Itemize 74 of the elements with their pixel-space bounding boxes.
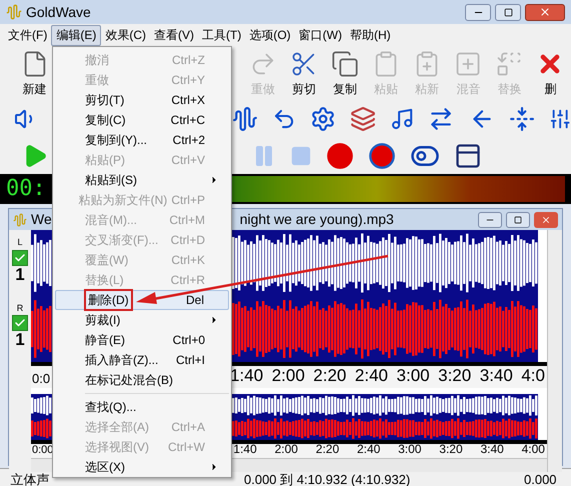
menu-entry[interactable]: 静音(E) Ctrl+0: [55, 330, 229, 350]
ruler-label: 3:40: [480, 441, 504, 458]
window-icon[interactable]: [454, 142, 482, 170]
menu-item[interactable]: 帮助(H): [346, 24, 395, 46]
menu-entry[interactable]: 粘贴到(S): [55, 170, 229, 190]
ruler-label: 0:0: [31, 370, 50, 388]
vertical-arrows-icon[interactable]: [508, 105, 535, 133]
menu-item[interactable]: 文件(F): [4, 24, 52, 46]
ruler-label: 2:00: [272, 364, 305, 386]
waveform-icon[interactable]: [232, 105, 258, 133]
app-icon: [6, 4, 22, 20]
menu-item[interactable]: 选项(O): [245, 24, 295, 46]
menu-entry[interactable]: 复制(C) Ctrl+C: [55, 110, 229, 130]
vertical-scrollbar[interactable]: [547, 230, 562, 472]
menu-entry[interactable]: 剪裁(I): [55, 310, 229, 330]
ruler-label: 2:00: [274, 441, 298, 458]
layers-icon[interactable]: [350, 105, 376, 133]
time-display: 00:: [6, 176, 46, 202]
replace-icon: [495, 50, 524, 78]
status-value: 0.000: [524, 470, 557, 486]
menu-entry[interactable]: 复制到(Y)... Ctrl+2: [55, 130, 229, 150]
menu-entry[interactable]: 选区(X): [55, 457, 229, 477]
ruler-label: 4:0: [521, 364, 545, 386]
maximize-icon: [514, 216, 522, 224]
toolbar-button[interactable]: 复制: [324, 50, 366, 98]
check-icon: [14, 317, 26, 329]
menu-item[interactable]: 窗口(W): [294, 24, 346, 46]
ruler-label: 3:40: [480, 364, 513, 386]
window-title: GoldWave: [26, 2, 92, 22]
channel-checkbox[interactable]: [12, 250, 28, 266]
mix-icon: [454, 50, 482, 78]
ruler-label: 3:00: [398, 441, 422, 458]
channel-number: 1: [15, 331, 25, 349]
ruler-label: 2:20: [316, 441, 340, 458]
maximize-button[interactable]: [495, 4, 521, 20]
menu-entry[interactable]: 剪切(T) Ctrl+X: [55, 90, 229, 110]
toolbar-button[interactable]: 新建: [14, 50, 56, 98]
menu-item[interactable]: 编辑(E): [51, 24, 102, 46]
menu-item[interactable]: 效果(C): [101, 24, 150, 46]
channel-label: L: [17, 236, 22, 249]
channel-number: 1: [15, 266, 25, 284]
ruler-label: 3:00: [396, 364, 430, 386]
ruler-label: 2:20: [313, 364, 346, 386]
document-icon: [13, 212, 27, 226]
record-icon[interactable]: [326, 142, 354, 170]
ruler-label: 3:20: [438, 364, 472, 386]
menu-entry[interactable]: 在标记处混合(B): [55, 370, 229, 390]
ruler-label: 2:40: [354, 364, 388, 386]
ruler-label: 1:40: [233, 441, 257, 458]
close-icon: [541, 214, 551, 224]
toolbar-button[interactable]: 删: [530, 50, 571, 98]
menu-entry[interactable]: 删除(D) Del: [55, 290, 229, 310]
menu-item[interactable]: 工具(T): [198, 24, 246, 46]
menu-item[interactable]: 查看(V): [150, 24, 198, 46]
maximize-button[interactable]: [506, 212, 530, 228]
sliders-icon[interactable]: [548, 107, 571, 131]
check-icon: [14, 252, 26, 264]
ruler-label: 2:40: [356, 441, 380, 458]
toolbar-button[interactable]: 剪切: [283, 50, 324, 98]
maximize-icon: [504, 8, 512, 16]
menu-entry[interactable]: 插入静音(Z)... Ctrl+I: [55, 350, 229, 370]
channel-checkbox[interactable]: [12, 315, 28, 331]
menu-entry[interactable]: 查找(Q)...: [55, 397, 229, 417]
close-icon: [539, 6, 551, 18]
ruler-label: 3:20: [439, 441, 463, 458]
copy-icon: [331, 50, 360, 78]
status-channels: 立体声: [10, 470, 50, 486]
gear-icon[interactable]: [310, 105, 336, 133]
document-title: We: [31, 210, 52, 229]
close-button[interactable]: [525, 4, 565, 20]
document-title: night we are young).mp3: [240, 210, 395, 229]
channel-label: R: [16, 302, 24, 314]
ruler-label: 4:00: [522, 441, 545, 458]
ruler-label: 1:40: [230, 364, 264, 386]
